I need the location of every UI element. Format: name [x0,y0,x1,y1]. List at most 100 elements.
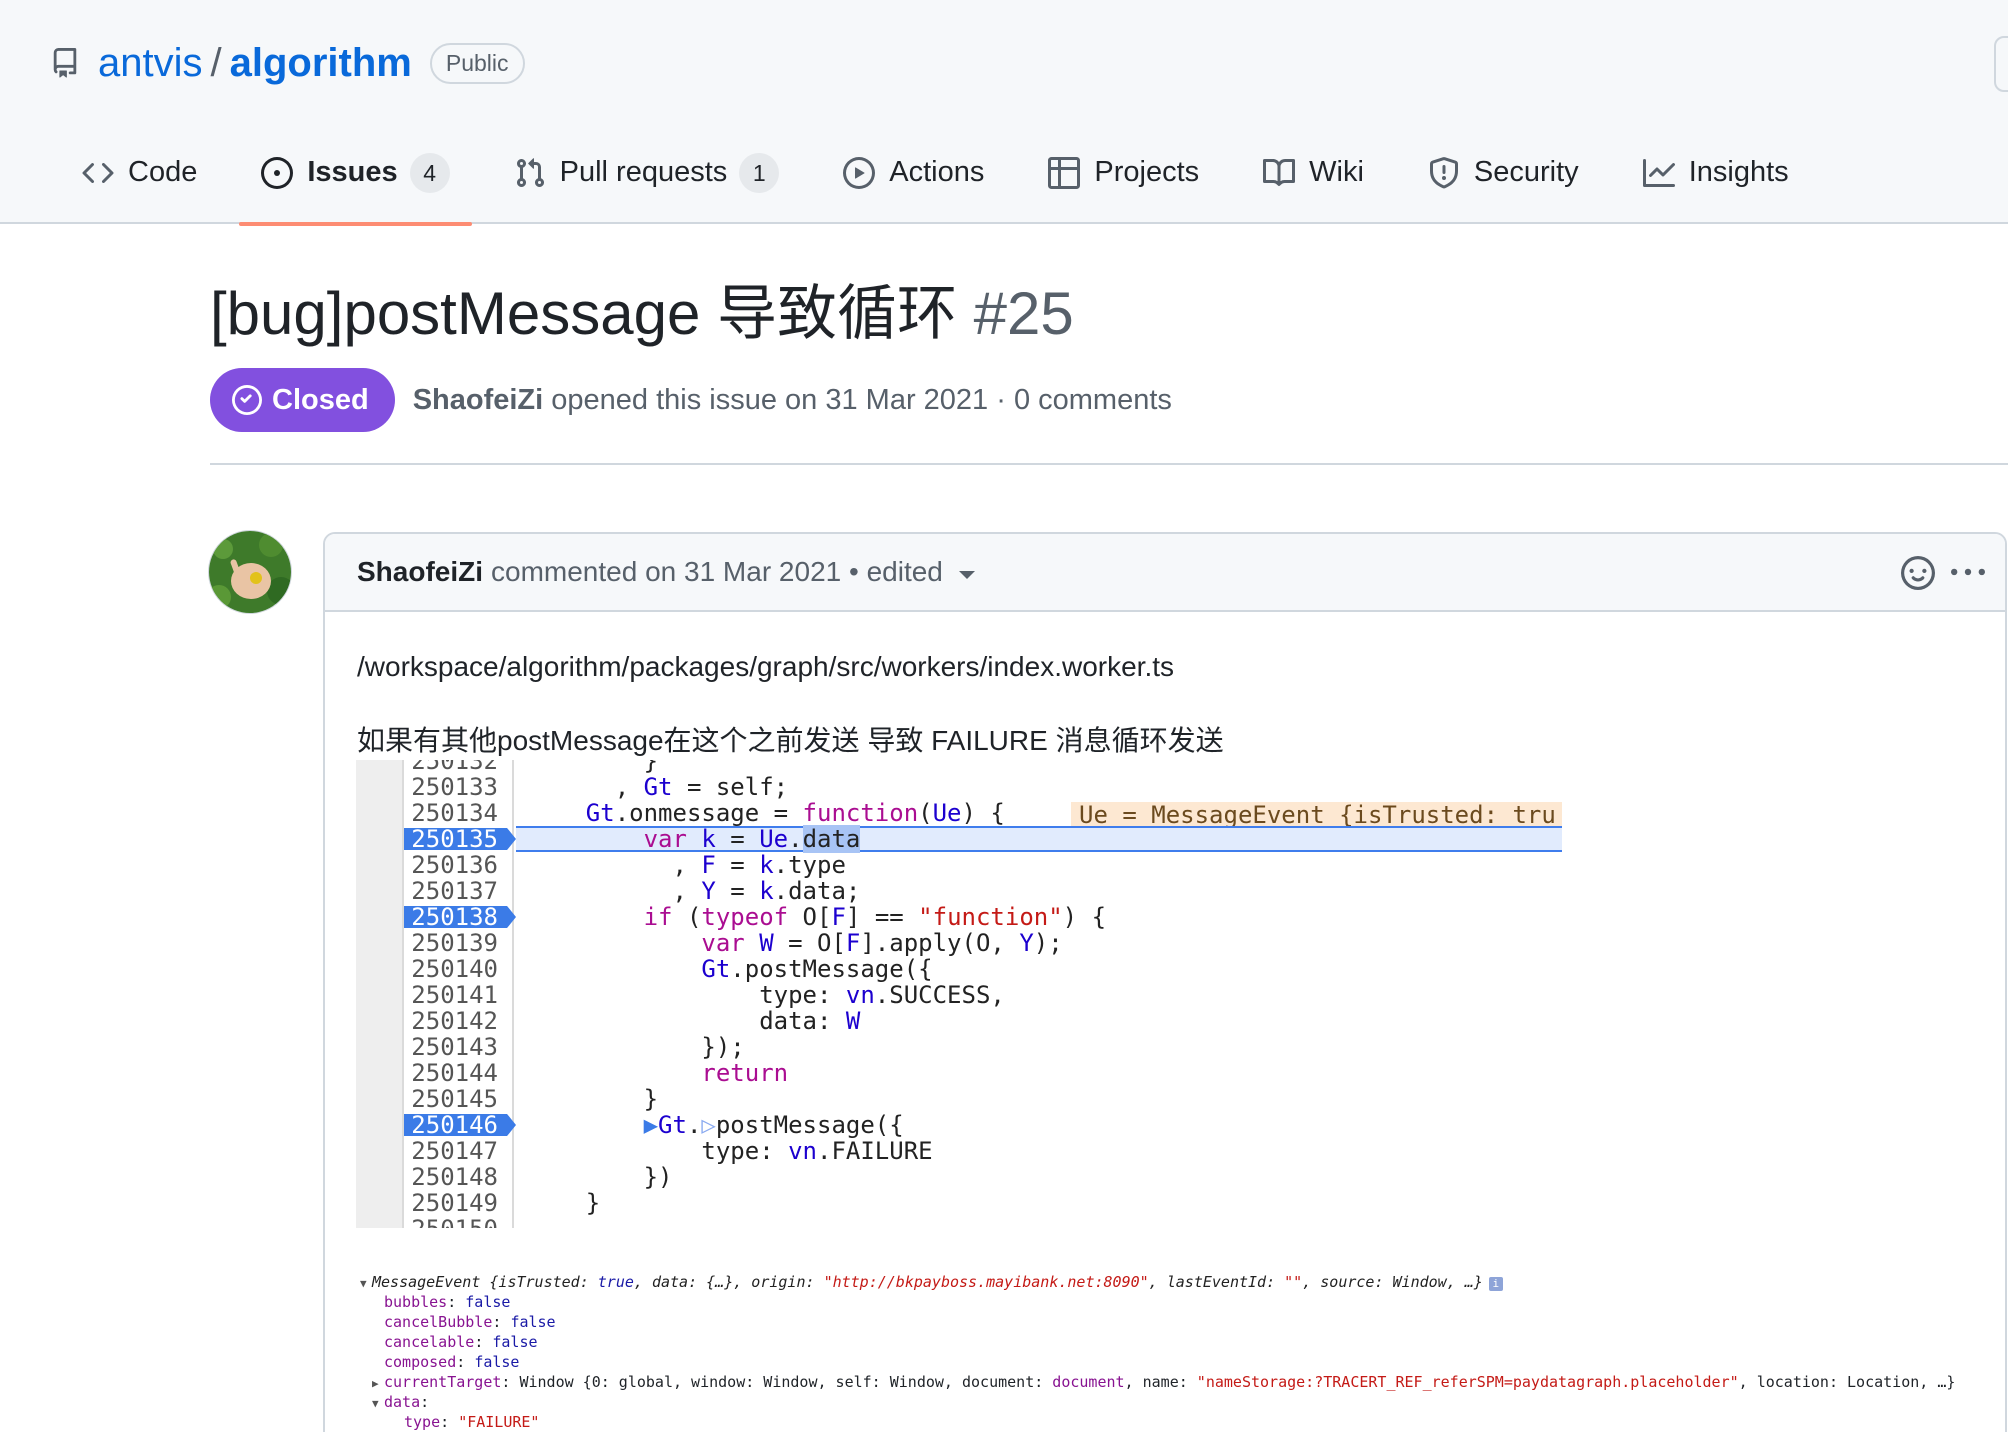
issue-meta: Closed ShaofeiZi opened this issue on 31… [210,368,1172,432]
repo-action-button[interactable] [1994,36,2008,92]
code-line-current[interactable]: 250135 var k = Ue.data [356,825,1562,853]
smiley-icon[interactable] [1899,554,1937,592]
issue-title-text: [bug]postMessage 导致循环 [210,280,957,347]
tab-label: Actions [889,156,985,188]
code-line: 250132 } [356,760,1562,774]
line-number: 250146 [411,1111,498,1139]
console-prop-line: type: "FAILURE" [404,1413,540,1431]
repo-separator: / [210,40,222,85]
issues-count-badge: 4 [409,153,450,193]
code-line: 250142 data: W [356,1008,1562,1034]
issue-closed-icon [232,385,262,415]
expand-triangle-icon[interactable]: ▼ [360,1274,372,1294]
shield-icon [1428,156,1460,190]
line-number: 250142 [411,1007,498,1035]
play-icon [843,156,876,190]
expand-triangle-icon[interactable]: ▼ [372,1394,384,1414]
repo-icon [50,46,84,80]
code-text: } [528,1189,601,1217]
comment-actions [1887,554,1987,592]
line-number: 250149 [411,1189,498,1217]
console-key: composed [384,1353,457,1371]
console-prop-line-expanded[interactable]: ▼ data: [360,1392,2000,1412]
code-text: var k = Ue.data [643,825,861,853]
tab-label: Security [1473,156,1579,188]
console-prop-line: composed: false [384,1353,520,1371]
kebab-horizontal-icon[interactable] [1949,554,1987,592]
line-number: 250136 [411,851,498,879]
console-value: false [465,1293,511,1311]
tab-wiki[interactable]: Wiki [1241,140,1386,224]
console-text: {isTrusted: [480,1273,598,1291]
issue-number: #25 [973,280,1074,347]
line-number: 250140 [411,955,498,983]
tab-label: Wiki [1309,156,1364,188]
repo-owner-link[interactable]: antvis [98,41,203,86]
console-prop-line: cancelBubble: false [384,1313,556,1331]
line-number: 250150 [404,1216,514,1228]
comment-paragraph: /workspace/algorithm/packages/graph/src/… [357,651,1175,682]
comment-body: /workspace/algorithm/packages/graph/src/… [325,612,2005,760]
line-number: 250137 [411,877,498,905]
code-text: if (typeof O[F] == "function") { [643,903,1107,931]
console-text: Window {0: global, window: Window, self:… [519,1373,1053,1391]
console-object-name: MessageEvent [372,1273,481,1291]
code-line: 250150 [356,1216,1562,1228]
console-prop-line: bubbles: false [384,1293,511,1311]
code-text: ▶Gt.▷postMessage({ [643,1111,904,1139]
line-number: 250139 [411,929,498,957]
repo-name-link[interactable]: algorithm [230,41,412,86]
tab-issues[interactable]: Issues 4 [239,140,472,226]
console-prop-line-collapsed[interactable]: ▶ currentTarget: Window {0: global, windo… [360,1372,2000,1392]
code-text: data: W [528,1007,861,1035]
console-text: , lastEventId: [1148,1273,1285,1291]
tab-insights[interactable]: Insights [1621,140,1811,224]
comment-paragraph: 如果有其他postMessage在这个之前发送 导致 FAILURE 消息循环发… [357,725,1224,756]
book-icon [1263,156,1296,190]
repo-title: antvis / algorithm Public [50,38,525,88]
issue-author-link[interactable]: ShaofeiZi [413,384,544,416]
issue-meta-detail: opened this issue on 31 Mar 2021 · 0 com… [551,383,1172,416]
code-text: , F = k.type [528,851,846,879]
console-key: cancelBubble [384,1313,493,1331]
comment-author-link[interactable]: ShaofeiZi [357,556,483,588]
tab-code[interactable]: Code [62,140,219,224]
code-text: }) [528,1163,673,1191]
code-text: }); [528,1033,745,1061]
avatar[interactable] [208,530,292,614]
code-text: } [528,760,659,775]
console-summary-line[interactable]: ▼ MessageEvent {isTrusted: true, data: {…… [360,1272,2000,1292]
tab-projects[interactable]: Projects [1026,140,1221,224]
line-number: 250132 [411,760,498,775]
repo-header: antvis / algorithm Public Code Issues 4 … [0,0,2008,226]
console-key: document [1052,1373,1125,1391]
code-line: 250141 type: vn.SUCCESS, [356,982,1562,1008]
tab-security[interactable]: Security [1406,140,1601,224]
code-line: 250148 }) [356,1164,1562,1190]
edit-history-caret-icon[interactable] [958,571,975,579]
header-divider [210,463,2008,465]
console-text: , name: [1124,1373,1197,1391]
console-string: "nameStorage:?TRACERT_REF_referSPM=payda… [1196,1373,1739,1391]
issue-opened-icon [261,156,294,190]
code-text: type: vn.SUCCESS, [528,981,1005,1009]
tab-actions[interactable]: Actions [821,140,1006,224]
info-icon[interactable]: i [1488,1277,1503,1291]
line-number: 250135 [411,825,498,853]
console-key: cancelable [384,1333,475,1351]
table-icon [1048,156,1081,190]
code-line: 250140 Gt.postMessage({ [356,956,1562,982]
console-text: , data: {…}, origin: [633,1273,824,1291]
code-text: , Y = k.data; [528,877,861,905]
code-line-breakpoint[interactable]: 250146 ▶Gt.▷postMessage({ [356,1112,1562,1138]
code-line: 250144 return [356,1060,1562,1086]
code-text: , Gt = self; [528,773,789,801]
code-text: } [528,1085,659,1113]
line-number: 250134 [411,799,498,827]
console-string: "" [1284,1273,1303,1291]
tab-pull-requests[interactable]: Pull requests 1 [492,140,802,224]
code-text: Gt.postMessage({ [701,955,933,983]
code-line-breakpoint[interactable]: 250138 if (typeof O[F] == "function") { [356,904,1562,930]
collapse-triangle-icon[interactable]: ▶ [372,1374,384,1394]
comment-header: ShaofeiZi commented on 31 Mar 2021 • edi… [325,534,2005,612]
